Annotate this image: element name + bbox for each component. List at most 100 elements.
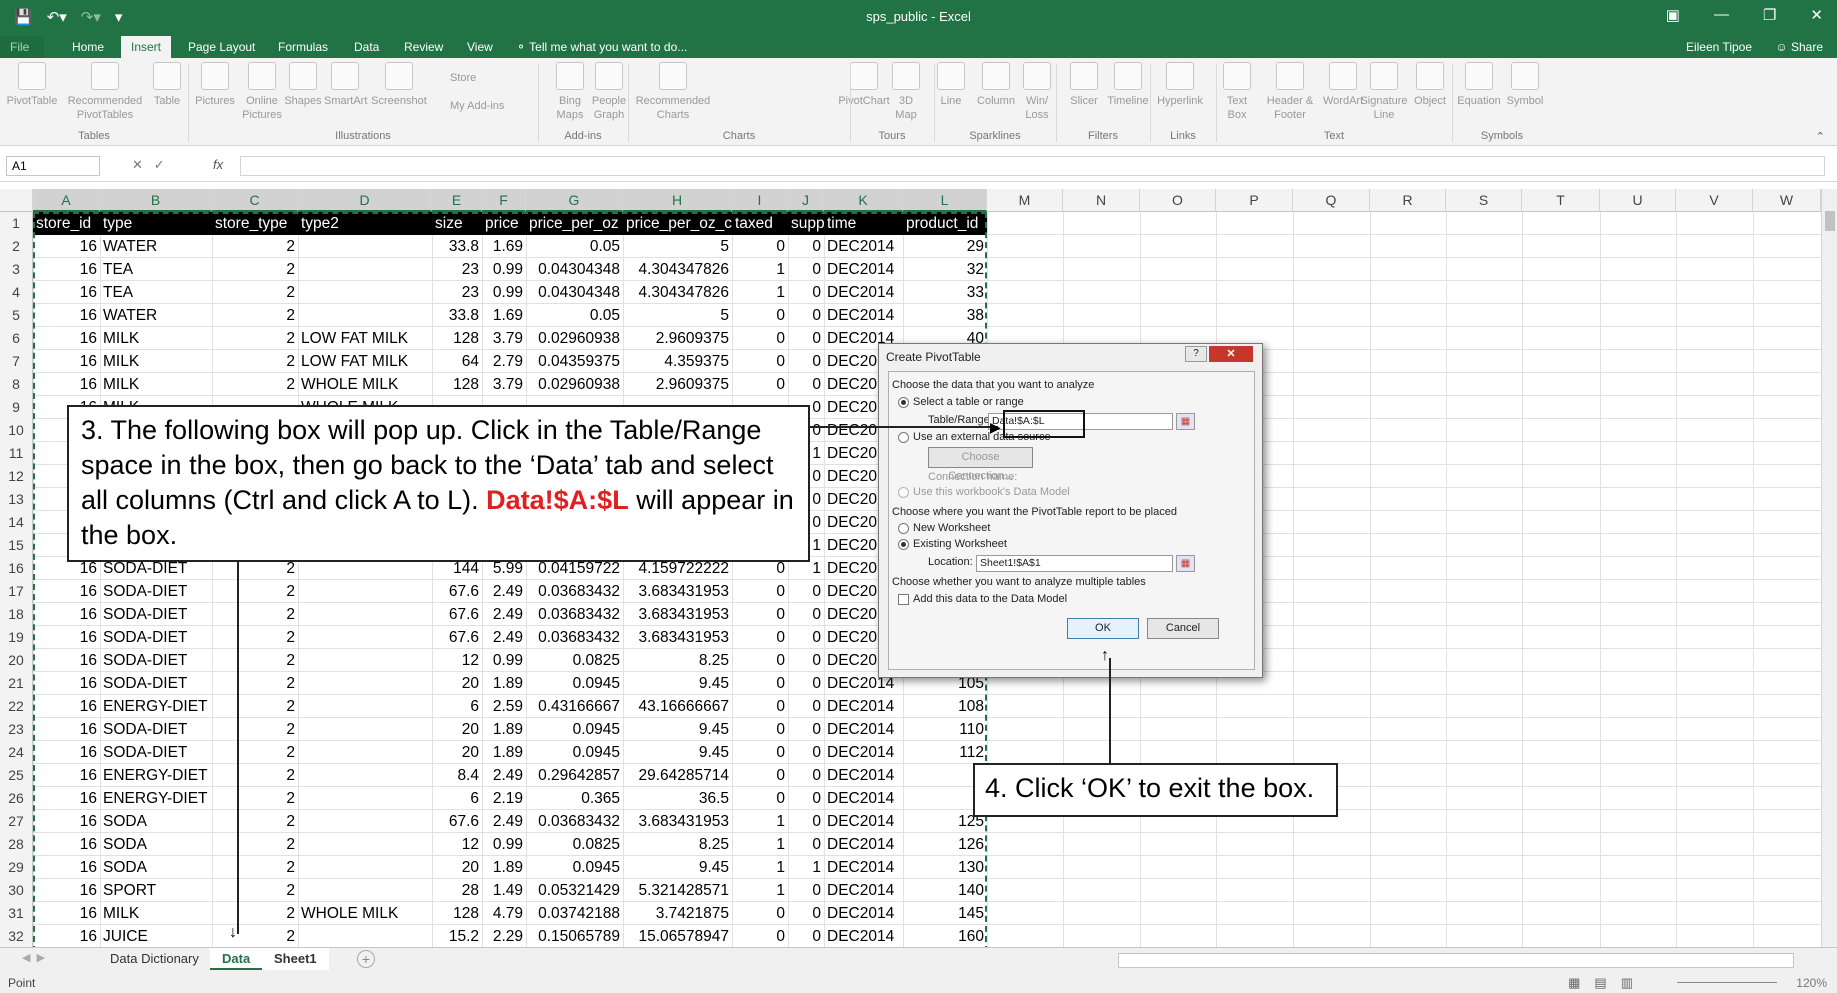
cell[interactable]: SODA-DIET	[100, 649, 212, 672]
minimize-icon[interactable]: —	[1714, 6, 1729, 24]
cell[interactable]: 128	[432, 902, 482, 925]
cell[interactable]	[298, 810, 432, 833]
cell[interactable]: 145	[903, 902, 987, 925]
column-header-a[interactable]: A	[33, 189, 100, 212]
tab-file[interactable]: File	[0, 36, 44, 58]
column-header-p[interactable]: P	[1216, 189, 1293, 212]
column-header-r[interactable]: R	[1370, 189, 1446, 212]
cell[interactable]: TEA	[100, 281, 212, 304]
cell[interactable]: size	[432, 212, 482, 235]
cell[interactable]: SODA	[100, 856, 212, 879]
cell[interactable]: DEC2014	[824, 902, 903, 925]
cell[interactable]: 16	[33, 879, 100, 902]
cell[interactable]: ENERGY-DIET	[100, 787, 212, 810]
cell[interactable]: WHOLE MILK	[298, 373, 432, 396]
cell[interactable]: 3.7421875	[623, 902, 732, 925]
cell[interactable]: 16	[33, 281, 100, 304]
cell[interactable]: 0.03742188	[526, 902, 623, 925]
cell[interactable]: ENERGY-DIET	[100, 764, 212, 787]
row-header[interactable]: 6	[0, 327, 33, 350]
cell[interactable]: DEC2014	[824, 787, 903, 810]
cell[interactable]: 0	[788, 810, 824, 833]
cell[interactable]: 36.5	[623, 787, 732, 810]
cell[interactable]: 0	[788, 718, 824, 741]
cell[interactable]: 3.79	[482, 373, 526, 396]
cell[interactable]	[298, 718, 432, 741]
cell[interactable]: 0.05	[526, 235, 623, 258]
column-header-o[interactable]: O	[1140, 189, 1216, 212]
cell[interactable]: 2.9609375	[623, 373, 732, 396]
cell[interactable]: 0.03683432	[526, 810, 623, 833]
cell[interactable]: 16	[33, 350, 100, 373]
row-header[interactable]: 17	[0, 580, 33, 603]
cell[interactable]: SODA-DIET	[100, 718, 212, 741]
cell[interactable]: 0	[788, 327, 824, 350]
cell[interactable]	[298, 879, 432, 902]
sheet-nav-arrows[interactable]: ◀ ▶	[22, 951, 45, 964]
cell[interactable]: 0	[788, 902, 824, 925]
cell[interactable]: 43.16666667	[623, 695, 732, 718]
cell[interactable]: LOW FAT MILK	[298, 350, 432, 373]
cell[interactable]: 23	[432, 281, 482, 304]
cell[interactable]: type	[100, 212, 212, 235]
cancel-button[interactable]: Cancel	[1147, 618, 1219, 639]
cell[interactable]: 108	[903, 695, 987, 718]
cell[interactable]	[298, 764, 432, 787]
column-header-g[interactable]: G	[526, 189, 623, 212]
cell[interactable]: SODA-DIET	[100, 672, 212, 695]
cell[interactable]: 16	[33, 649, 100, 672]
cell[interactable]	[298, 741, 432, 764]
row-header[interactable]: 20	[0, 649, 33, 672]
row-header[interactable]: 2	[0, 235, 33, 258]
cell[interactable]: 2.49	[482, 626, 526, 649]
cell[interactable]: DEC2014	[824, 856, 903, 879]
column-sparkline-button[interactable]: Column	[976, 62, 1016, 108]
cell[interactable]: 0	[732, 350, 788, 373]
cell[interactable]: 0	[788, 695, 824, 718]
cell[interactable]: 0	[732, 787, 788, 810]
cell[interactable]: 0	[732, 925, 788, 947]
cell[interactable]: 0.43166667	[526, 695, 623, 718]
column-header-w[interactable]: W	[1753, 189, 1821, 212]
cell[interactable]: 160	[903, 925, 987, 947]
cell[interactable]: 2	[212, 304, 298, 327]
view-buttons[interactable]: ▦▤▥	[1568, 975, 1647, 991]
cell[interactable]: 3.683431953	[623, 580, 732, 603]
cell[interactable]: 2	[212, 833, 298, 856]
cell[interactable]: 1.89	[482, 741, 526, 764]
cell[interactable]: 0.04304348	[526, 258, 623, 281]
cell[interactable]: 0	[788, 787, 824, 810]
cell[interactable]: 0	[788, 672, 824, 695]
recommended-pivottables-button[interactable]: Recommended PivotTables	[66, 62, 144, 122]
cell[interactable]: 0.99	[482, 258, 526, 281]
cell[interactable]: 16	[33, 626, 100, 649]
cell[interactable]	[298, 856, 432, 879]
cell[interactable]	[298, 281, 432, 304]
cell[interactable]: 0	[788, 281, 824, 304]
my-addins-button[interactable]: My Add-ins	[450, 100, 504, 112]
cell[interactable]: 16	[33, 327, 100, 350]
cell[interactable]: 2	[212, 902, 298, 925]
cell[interactable]: DEC2014	[824, 304, 903, 327]
cell[interactable]: 0.04304348	[526, 281, 623, 304]
cell[interactable]: 16	[33, 833, 100, 856]
cell[interactable]: 2	[212, 235, 298, 258]
cell[interactable]: 0.03683432	[526, 603, 623, 626]
cell[interactable]: 33.8	[432, 304, 482, 327]
cell[interactable]: TEA	[100, 258, 212, 281]
cell[interactable]: 2.49	[482, 603, 526, 626]
row-header[interactable]: 1	[0, 212, 33, 235]
cell[interactable]: 33.8	[432, 235, 482, 258]
cell[interactable]: 0.0825	[526, 833, 623, 856]
cell[interactable]: 4.79	[482, 902, 526, 925]
cell[interactable]: 16	[33, 810, 100, 833]
radio-data-model[interactable]	[898, 487, 909, 498]
cell[interactable]: 2	[212, 350, 298, 373]
column-header-b[interactable]: B	[100, 189, 212, 212]
cell[interactable]: 2.49	[482, 764, 526, 787]
cell[interactable]: 0	[788, 879, 824, 902]
cell[interactable]: 1	[732, 281, 788, 304]
cell[interactable]: 2	[212, 580, 298, 603]
cell[interactable]: WATER	[100, 235, 212, 258]
zoom-level[interactable]: 120%	[1796, 976, 1827, 990]
